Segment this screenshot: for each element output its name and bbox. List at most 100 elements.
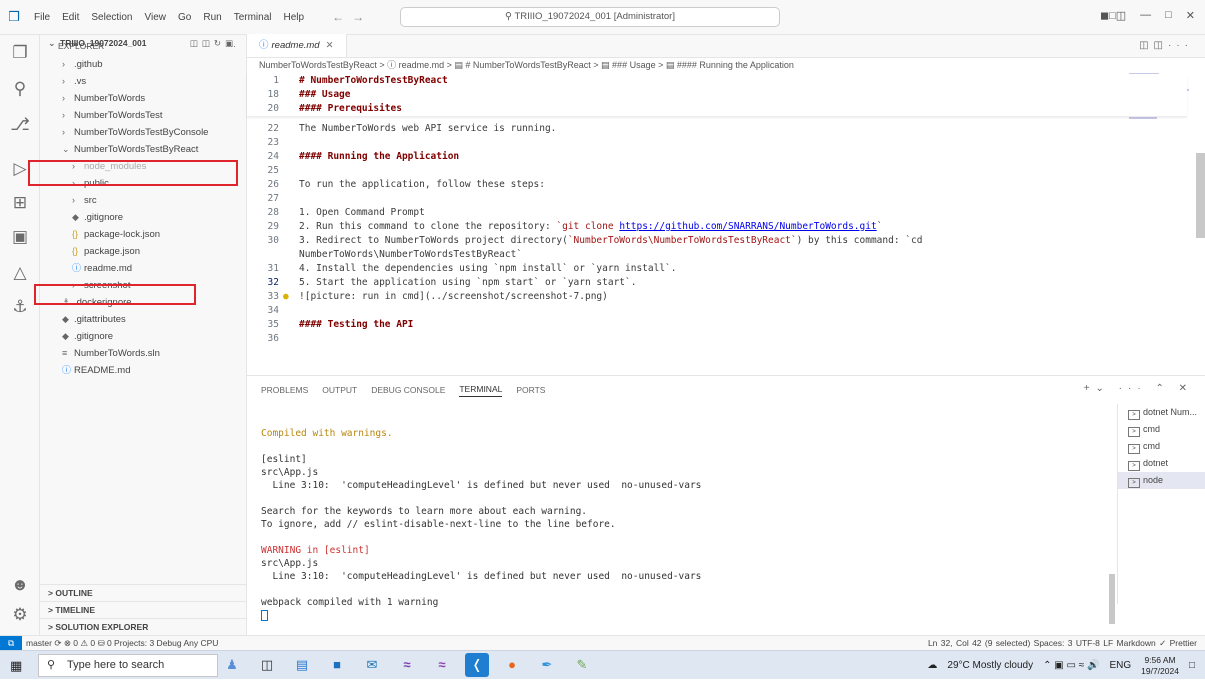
outline-section[interactable]: > OUTLINE <box>40 584 247 601</box>
workspace-root[interactable]: ⌄ TRIIIO_19072024_001 ◫◫↻▣ <box>40 35 247 52</box>
status-right[interactable]: Ln 32, Col 42 (9 selected) Spaces: 3 UTF… <box>928 636 1197 650</box>
extensions-icon[interactable]: ⊞ <box>0 193 40 213</box>
tab-readme[interactable]: ⓘ readme.md ✕ <box>247 34 347 57</box>
tray-icons[interactable]: ⌃ ▣ ▭ ≈ 🔊 <box>1043 660 1099 671</box>
tree-item[interactable]: {} package.json <box>40 243 247 260</box>
terminal-instance[interactable]: > cmd <box>1118 421 1205 438</box>
taskbar-search[interactable]: ⚲ Type here to search <box>38 654 218 677</box>
close-button[interactable]: ✕ <box>1186 9 1195 22</box>
menu-view[interactable]: View <box>139 12 173 23</box>
explorer-icon[interactable]: ❐ <box>0 43 40 63</box>
tree-item[interactable]: › NumberToWordsTest <box>40 107 247 124</box>
code-line[interactable]: 23 <box>247 136 1187 150</box>
tree-item[interactable]: › NumberToWordsTestByConsole <box>40 124 247 141</box>
code-line[interactable]: 26 To run the application, follow these s… <box>247 178 1187 192</box>
solution-explorer-section[interactable]: > SOLUTION EXPLORER <box>40 618 247 635</box>
menu-go[interactable]: Go <box>172 12 197 23</box>
minimize-button[interactable]: — <box>1140 9 1151 22</box>
tree-item[interactable]: ≡ NumberToWords.sln <box>40 345 247 362</box>
sticky-line[interactable]: 20 #### Prerequisites <box>247 102 1187 116</box>
weather-text[interactable]: 29°C Mostly cloudy <box>947 660 1033 671</box>
testing-icon[interactable]: △ <box>0 263 40 283</box>
terminal-instance[interactable]: > cmd <box>1118 438 1205 455</box>
tree-item[interactable]: › src <box>40 192 247 209</box>
tree-item[interactable]: ◆ .gitattributes <box>40 311 247 328</box>
remote-indicator-icon[interactable]: ⧉ <box>0 636 22 651</box>
code-line[interactable]: 32 5. Start the application using `npm st… <box>247 276 1187 290</box>
menu-selection[interactable]: Selection <box>85 12 138 23</box>
code-lines[interactable]: 22 The NumberToWords web API service is r… <box>247 122 1187 346</box>
remote-explorer-icon[interactable]: ▣ <box>0 227 40 247</box>
code-line[interactable]: 33 ● ![picture: run in cmd](../screenshot/… <box>247 290 1187 304</box>
tree-item[interactable]: ⓘ readme.md <box>40 260 247 277</box>
terminal-scrollbar[interactable] <box>1109 574 1115 624</box>
editor-actions-icon[interactable]: ◫◫··· <box>1139 40 1193 51</box>
accounts-icon[interactable]: ☻ <box>0 575 40 595</box>
tree-item[interactable]: {} package-lock.json <box>40 226 247 243</box>
layout-toggle-icon[interactable]: ◼□◫ <box>1100 9 1126 22</box>
store-icon[interactable]: ■ <box>325 653 349 677</box>
code-line[interactable]: 30 3. Redirect to NumberToWords project d… <box>247 234 1187 248</box>
menu-file[interactable]: File <box>28 12 56 23</box>
explorer-actions-icon[interactable]: ◫◫↻▣ <box>190 35 237 52</box>
maximize-button[interactable]: □ <box>1165 9 1172 22</box>
notifications-icon[interactable]: □ <box>1189 660 1195 671</box>
visual-studio-2-icon[interactable]: ≈ <box>430 653 454 677</box>
menu-run[interactable]: Run <box>197 12 227 23</box>
sticky-line[interactable]: 1 # NumberToWordsTestByReact <box>247 74 1187 88</box>
breadcrumb[interactable]: NumberToWordsTestByReact > ⓘ readme.md >… <box>247 58 1205 72</box>
tab-terminal[interactable]: TERMINAL <box>459 384 503 397</box>
weather-icon[interactable]: ☁ <box>927 660 937 671</box>
settings-gear-icon[interactable]: ⚙ <box>0 605 40 625</box>
tab-problems[interactable]: PROBLEMS <box>261 385 308 395</box>
tree-item[interactable]: ◆ .gitignore <box>40 328 247 345</box>
code-line[interactable]: 25 <box>247 164 1187 178</box>
editor-scrollbar[interactable] <box>1196 153 1205 238</box>
sticky-line[interactable]: 18 ### Usage <box>247 88 1187 102</box>
menu-help[interactable]: Help <box>278 12 311 23</box>
source-control-icon[interactable]: ⎇ <box>0 115 40 135</box>
tree-item[interactable]: › NumberToWords <box>40 90 247 107</box>
person-app-icon[interactable]: ♟ <box>220 653 244 677</box>
code-line[interactable]: 34 <box>247 304 1187 318</box>
language-indicator[interactable]: ENG <box>1109 660 1131 671</box>
menu-edit[interactable]: Edit <box>56 12 85 23</box>
status-left[interactable]: master ⟳ ⊗ 0 ⚠ 0 ⛁ 0 Projects: 3 Debug A… <box>26 636 218 650</box>
pen-app-icon[interactable]: ✒ <box>535 653 559 677</box>
paint-icon[interactable]: ✎ <box>570 653 594 677</box>
code-line[interactable]: 31 4. Install the dependencies using `npm… <box>247 262 1187 276</box>
terminal-instance[interactable]: > dotnet <box>1118 455 1205 472</box>
terminal-output[interactable]: Compiled with warnings. [eslint] src\App.j… <box>261 414 1101 621</box>
code-link[interactable]: https://github.com/SNARRANS/NumberToWord… <box>619 221 876 232</box>
tab-ports[interactable]: PORTS <box>516 385 545 395</box>
tree-item[interactable]: › .github <box>40 56 247 73</box>
lightbulb-icon[interactable]: ● <box>283 290 289 304</box>
tree-item[interactable]: ◆ .gitignore <box>40 209 247 226</box>
tree-item[interactable]: ⓘ README.md <box>40 362 247 379</box>
code-line[interactable]: 24 #### Running the Application <box>247 150 1187 164</box>
tab-debug-console[interactable]: DEBUG CONSOLE <box>371 385 445 395</box>
code-line[interactable]: 22 The NumberToWords web API service is r… <box>247 122 1187 136</box>
mail-icon[interactable]: ✉ <box>360 653 384 677</box>
timeline-section[interactable]: > TIMELINE <box>40 601 247 618</box>
code-line[interactable]: 35 #### Testing the API <box>247 318 1187 332</box>
vscode-taskbar-icon[interactable]: ❬ <box>465 653 489 677</box>
code-line[interactable]: 36 <box>247 332 1187 346</box>
file-explorer-icon[interactable]: ▤ <box>290 653 314 677</box>
code-line[interactable]: 27 <box>247 192 1187 206</box>
firefox-icon[interactable]: ● <box>500 653 524 677</box>
code-line[interactable]: NumberToWords\NumberToWordsTestByReact` <box>247 248 1187 262</box>
code-line[interactable]: 28 1. Open Command Prompt <box>247 206 1187 220</box>
panel-actions-icon[interactable]: +⌄ ··· ⌃ ✕ <box>1084 383 1193 394</box>
command-center[interactable]: ⚲ TRIIIO_19072024_001 [Administrator] <box>400 7 780 27</box>
clock[interactable]: 9:56 AM 19/7/2024 <box>1141 655 1179 677</box>
close-tab-icon[interactable]: ✕ <box>326 40 334 51</box>
tree-item[interactable]: ⌄ NumberToWordsTestByReact <box>40 141 247 158</box>
task-view-icon[interactable]: ◫ <box>255 653 279 677</box>
code-line[interactable]: 29 2. Run this command to clone the repos… <box>247 220 1187 234</box>
windows-start-icon[interactable]: ▦ <box>10 658 22 674</box>
search-icon[interactable]: ⚲ <box>0 79 40 99</box>
menu-terminal[interactable]: Terminal <box>228 12 278 23</box>
tree-item[interactable]: › .vs <box>40 73 247 90</box>
terminal-instance[interactable]: > node <box>1118 472 1205 489</box>
